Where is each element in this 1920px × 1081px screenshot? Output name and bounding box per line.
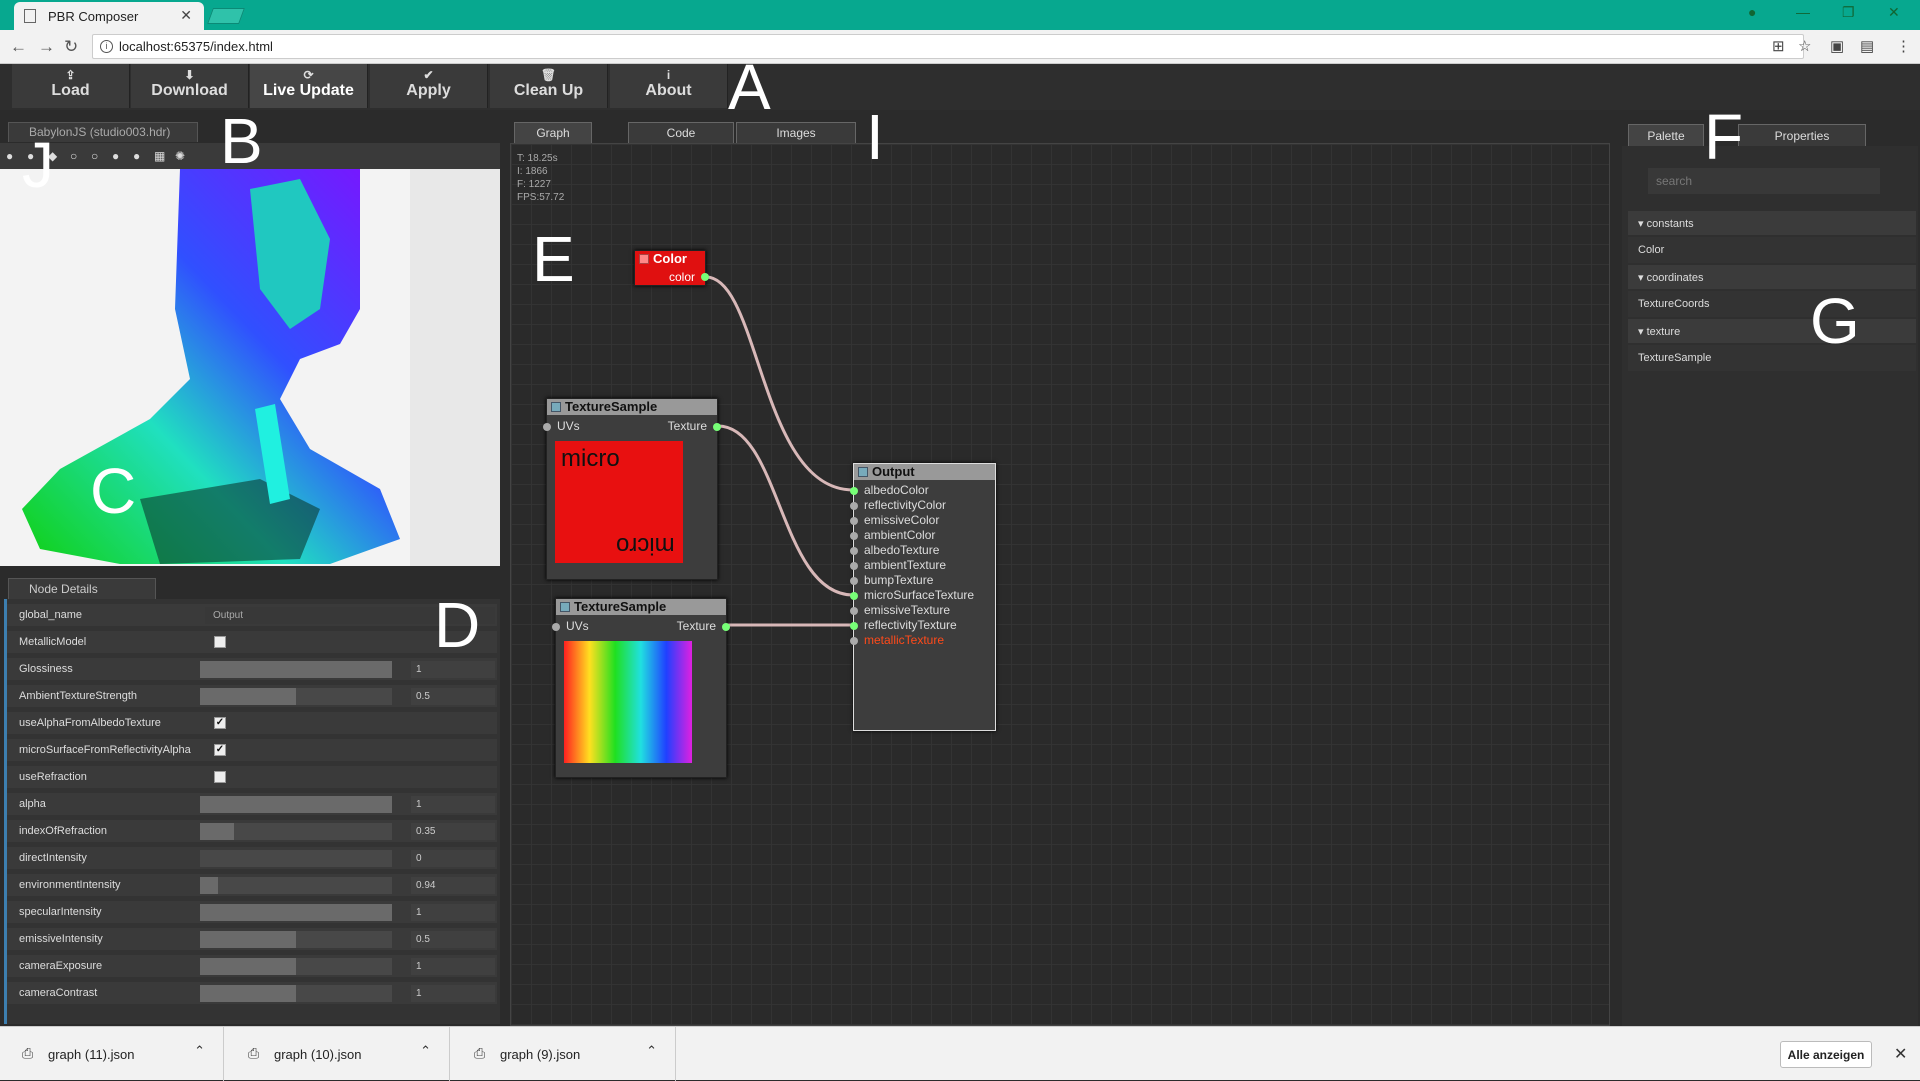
node-square-icon [639,254,649,264]
chevron-up-icon[interactable]: ⌃ [420,1043,431,1059]
node-header[interactable]: TextureSample [547,399,717,415]
node-title: TextureSample [574,599,667,614]
texture-preview: micro micro [555,441,683,563]
palette-search-input[interactable]: search [1648,168,1880,194]
category-label: texture [1646,326,1681,338]
input-port[interactable] [850,532,858,540]
tab-palette-label: Palette [1647,129,1685,143]
show-all-button[interactable]: Alle anzeigen [1780,1041,1872,1068]
tab-properties-label: Properties [1774,129,1830,143]
port-label: Texture [676,619,716,633]
input-port[interactable] [850,562,858,570]
preview-text: micro [561,445,620,472]
category-label: coordinates [1646,272,1704,284]
tab-properties[interactable]: Properties [1738,124,1866,146]
input-port[interactable] [850,637,858,645]
port-label: Texture [667,419,707,433]
file-icon: ⎙ [22,1045,34,1061]
input-port[interactable] [850,577,858,585]
close-icon[interactable]: ✕ [1894,1044,1907,1064]
input-port[interactable] [850,487,858,495]
annotation-label-c: C [90,455,137,527]
input-port[interactable] [552,623,560,631]
annotation-label-g: G [1810,285,1860,357]
port-label: reflectivityTexture [864,618,957,632]
preview-text-flipped: micro [616,532,675,559]
node-header[interactable]: Color [635,251,705,267]
connection-wire [717,424,854,597]
palette-item-label: Color [1638,244,1665,256]
texture-sample-node[interactable]: TextureSample UVs Texture [552,598,730,778]
annotation-label-a: A [728,51,771,123]
port-label: ambientColor [864,528,936,542]
download-item[interactable]: ⎙ graph (10).json ⌃ [226,1027,450,1081]
annotation-label-i: I [866,101,884,173]
palette-item-label: TextureCoords [1638,298,1710,310]
palette-item-color[interactable]: Color [1628,237,1916,263]
chevron-up-icon[interactable]: ⌃ [646,1043,657,1059]
output-port[interactable] [722,623,730,631]
annotation-label-d: D [434,589,481,661]
download-bar: ⎙ graph (11).json ⌃ ⎙ graph (10).json ⌃ … [0,1026,1920,1081]
port-label: color [668,270,695,284]
annotation-label-f: F [1704,101,1744,173]
port-label: albedoColor [864,483,929,497]
input-port[interactable] [850,502,858,510]
port-label: microSurfaceTexture [864,588,975,602]
input-port[interactable] [850,547,858,555]
show-all-label: Alle anzeigen [1787,1048,1865,1062]
node-title: TextureSample [565,399,658,414]
palette-item-texturecoords[interactable]: TextureCoords [1628,291,1916,317]
input-port[interactable] [850,517,858,525]
download-item[interactable]: ⎙ graph (9).json ⌃ [452,1027,676,1081]
node-header[interactable]: TextureSample [556,599,726,615]
node-title: Color [653,251,687,266]
annotation-label-j: J [22,129,54,201]
category-label: constants [1646,218,1694,230]
palette-item-texturesample[interactable]: TextureSample [1628,345,1916,371]
connection-wire [705,275,854,492]
port-label: UVs [566,619,589,633]
annotation-label-e: E [532,223,575,295]
node-square-icon [551,402,561,412]
category-coordinates[interactable]: ▾ coordinates [1628,265,1916,289]
file-icon: ⎙ [474,1045,486,1061]
texture-sample-node[interactable]: TextureSample UVs Texture micro micro [543,398,721,580]
port-label: bumpTexture [864,573,934,587]
download-filename: graph (9).json [500,1047,581,1062]
category-texture[interactable]: ▾ texture [1628,319,1916,343]
input-port[interactable] [850,592,858,600]
output-node[interactable]: Output albedoColor reflectivityColor emi… [850,463,996,731]
download-filename: graph (10).json [274,1047,362,1062]
node-header[interactable]: Output [854,464,995,480]
port-label: albedoTexture [864,543,940,557]
port-label: emissiveColor [864,513,940,527]
download-item[interactable]: ⎙ graph (11).json ⌃ [0,1027,224,1081]
file-icon: ⎙ [248,1045,260,1061]
tab-palette[interactable]: Palette [1628,124,1704,146]
palette-item-label: TextureSample [1638,352,1712,364]
download-filename: graph (11).json [48,1047,135,1062]
node-square-icon [858,467,868,477]
port-label: reflectivityColor [864,498,947,512]
node-square-icon [560,602,570,612]
output-port[interactable] [701,273,709,281]
annotation-label-b: B [220,105,263,177]
node-title: Output [872,464,915,479]
port-label: metallicTexture [864,633,945,647]
port-label: emissiveTexture [864,603,951,617]
port-label: ambientTexture [864,558,947,572]
category-constants[interactable]: ▾ constants [1628,211,1916,235]
port-label: UVs [557,419,580,433]
output-port[interactable] [713,423,721,431]
search-placeholder: search [1656,174,1693,188]
texture-preview-rainbow [564,641,692,763]
input-port[interactable] [543,423,551,431]
input-port[interactable] [850,607,858,615]
color-node[interactable]: Color color [634,250,709,286]
chevron-up-icon[interactable]: ⌃ [194,1043,205,1059]
input-port[interactable] [850,622,858,630]
